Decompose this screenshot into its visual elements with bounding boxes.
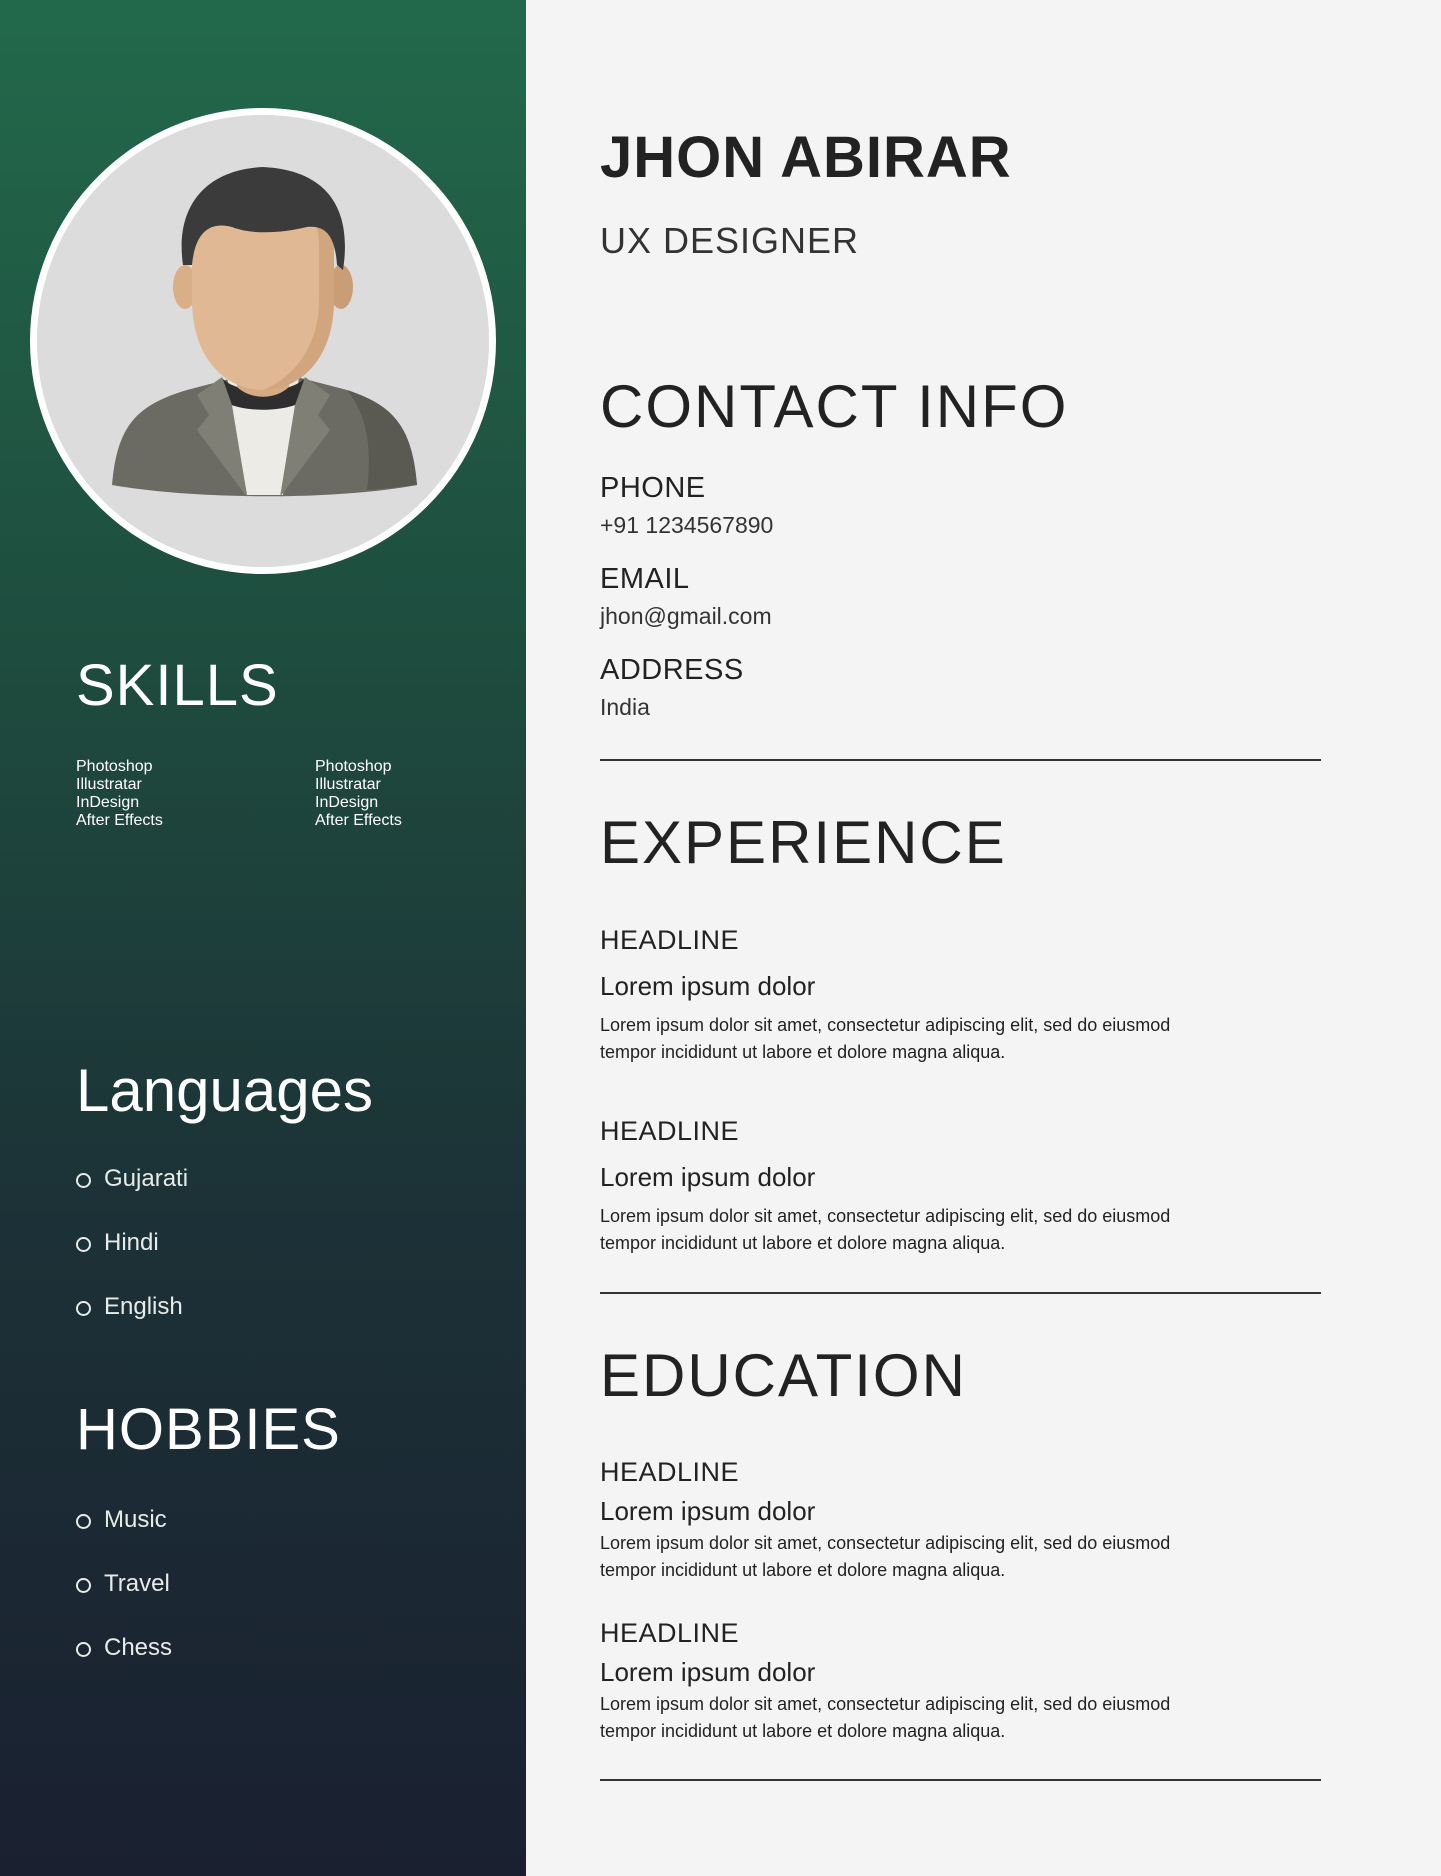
experience-description: Lorem ipsum dolor sit amet, consectetur … [600,1206,1171,1253]
list-item: English [76,1292,188,1356]
hobby-label: Travel [104,1570,170,1597]
phone-label: PHONE [600,472,706,504]
education-title: Lorem ipsum dolor [600,1657,816,1687]
list-item: Travel [76,1569,172,1633]
section-divider [600,1292,1321,1294]
email-label: EMAIL [600,563,690,595]
languages-heading: Languages [76,1057,373,1124]
hobby-label: Music [104,1506,167,1533]
list-item: Photoshop [315,758,402,776]
avatar [37,115,489,567]
circle-bullet-icon [76,1514,91,1529]
experience-heading: EXPERIENCE [600,809,1007,876]
circle-bullet-icon [76,1237,91,1252]
skill-label: InDesign [76,794,140,811]
circle-bullet-icon [76,1301,91,1316]
list-item: After Effects [315,812,402,830]
phone-value: +91 1234567890 [600,512,774,538]
list-item: Illustratar [315,776,402,794]
skills-column-2: Photoshop Illustratar InDesign After Eff… [315,758,402,830]
education-heading: EDUCATION [600,1342,967,1409]
hobbies-list: Music Travel Chess [76,1505,172,1697]
education-headline: HEADLINE [600,1457,740,1487]
hobby-label: Chess [104,1634,173,1661]
education-headline: HEADLINE [600,1618,740,1648]
skill-label: InDesign [315,794,379,811]
language-label: Gujarati [104,1165,189,1192]
list-item: InDesign [76,794,163,812]
language-label: English [104,1293,183,1320]
education-title: Lorem ipsum dolor [600,1496,816,1526]
list-item: Gujarati [76,1164,188,1228]
address-label: ADDRESS [600,654,744,686]
skills-column-1: Photoshop Illustratar InDesign After Eff… [76,758,163,830]
experience-headline: HEADLINE [600,925,740,955]
experience-headline: HEADLINE [600,1116,740,1146]
experience-description: Lorem ipsum dolor sit amet, consectetur … [600,1015,1171,1062]
section-divider [600,759,1321,761]
person-name: JHON ABIRAR [600,125,1012,190]
contact-heading: CONTACT INFO [600,373,1069,440]
job-title: UX DESIGNER [600,220,860,261]
profile-photo [30,108,496,574]
skill-label: After Effects [315,812,402,829]
languages-list: Gujarati Hindi English [76,1164,188,1356]
skill-label: After Effects [76,812,163,829]
skill-label: Photoshop [76,758,153,775]
list-item: InDesign [315,794,402,812]
skill-label: Photoshop [315,758,392,775]
circle-bullet-icon [76,1173,91,1188]
section-divider [600,1779,1321,1781]
list-item: Music [76,1505,172,1569]
education-description: Lorem ipsum dolor sit amet, consectetur … [600,1694,1171,1741]
address-value: India [600,694,650,720]
circle-bullet-icon [76,1642,91,1657]
experience-title: Lorem ipsum dolor [600,971,816,1001]
list-item: After Effects [76,812,163,830]
list-item: Chess [76,1633,172,1697]
person-avatar-icon [37,115,489,567]
language-label: Hindi [104,1229,159,1256]
skill-label: Illustratar [76,776,142,793]
sidebar: SKILLS Photoshop Illustratar InDesign Af… [0,0,526,1876]
skills-heading: SKILLS [76,653,279,718]
hobbies-heading: HOBBIES [76,1397,341,1462]
list-item: Photoshop [76,758,163,776]
skill-label: Illustratar [315,776,381,793]
education-description: Lorem ipsum dolor sit amet, consectetur … [600,1533,1171,1580]
email-value: jhon@gmail.com [600,603,772,629]
list-item: Hindi [76,1228,188,1292]
circle-bullet-icon [76,1578,91,1593]
experience-title: Lorem ipsum dolor [600,1162,816,1192]
list-item: Illustratar [76,776,163,794]
